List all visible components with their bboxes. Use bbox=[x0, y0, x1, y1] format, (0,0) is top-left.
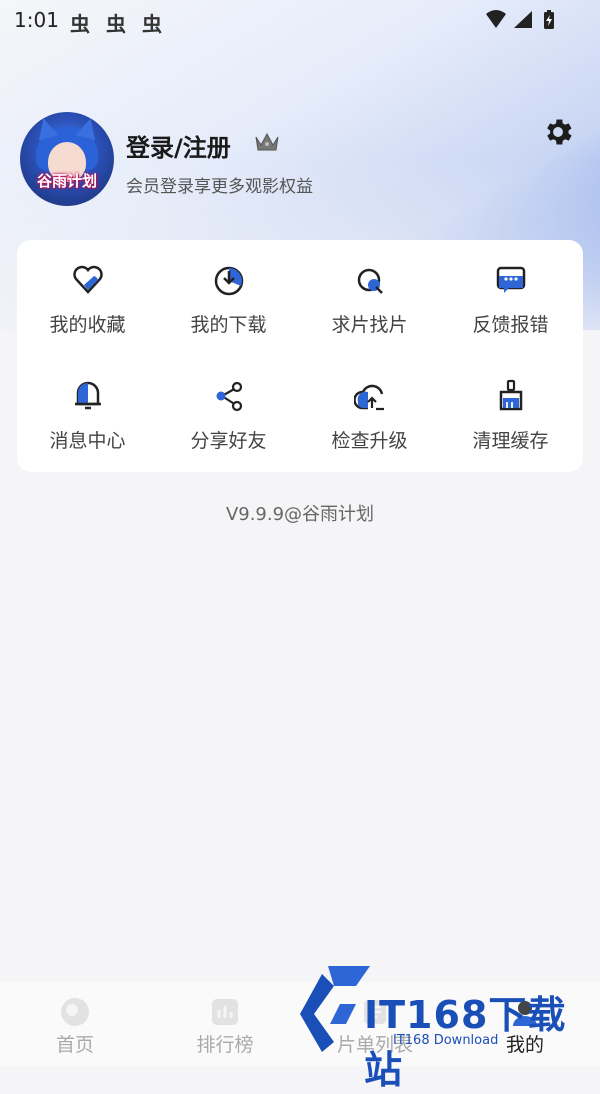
tab-label: 排行榜 bbox=[196, 1034, 254, 1056]
grid-item-label: 我的收藏 bbox=[49, 314, 126, 336]
feedback-icon bbox=[496, 266, 526, 293]
download-icon bbox=[214, 266, 244, 296]
status-bar: 1:01 虫 虫 虫 bbox=[0, 0, 600, 42]
upgrade-icon bbox=[354, 384, 384, 411]
grid-item-favorites[interactable]: 我的收藏 bbox=[17, 240, 158, 356]
grid-item-share[interactable]: 分享好友 bbox=[158, 356, 299, 472]
bell-icon bbox=[75, 381, 101, 410]
grid-item-label: 反馈报错 bbox=[472, 314, 549, 336]
status-icons bbox=[486, 10, 554, 29]
grid-item-messages[interactable]: 消息中心 bbox=[17, 356, 158, 472]
home-icon bbox=[61, 998, 89, 1026]
grid-item-label: 消息中心 bbox=[49, 430, 126, 452]
settings-gear-icon[interactable] bbox=[541, 115, 575, 149]
grid-item-check-update[interactable]: 检查升级 bbox=[299, 356, 440, 472]
grid-item-clear-cache[interactable]: 清理缓存 bbox=[440, 356, 581, 472]
tab-home[interactable]: 首页 bbox=[0, 982, 150, 1066]
notification-bug-icon: 虫 bbox=[70, 12, 90, 36]
avatar[interactable]: 谷雨计划 bbox=[20, 112, 114, 206]
wifi-icon bbox=[486, 10, 506, 28]
share-icon bbox=[216, 381, 243, 412]
grid-item-feedback[interactable]: 反馈报错 bbox=[440, 240, 581, 356]
ranking-icon bbox=[212, 999, 238, 1025]
grid-item-downloads[interactable]: 我的下载 bbox=[158, 240, 299, 356]
notification-bug-icon: 虫 bbox=[142, 12, 162, 36]
status-time: 1:01 bbox=[14, 8, 59, 32]
notification-bug-icon: 虫 bbox=[106, 12, 126, 36]
grid-item-label: 检查升级 bbox=[331, 430, 408, 452]
grid-item-label: 分享好友 bbox=[190, 430, 267, 452]
login-register-link[interactable]: 登录/注册 bbox=[126, 128, 231, 163]
version-text: V9.9.9@谷雨计划 bbox=[225, 504, 375, 525]
avatar-logo-text: 谷雨计划 bbox=[36, 172, 97, 190]
grid-item-label: 清理缓存 bbox=[472, 430, 549, 452]
it168-logo-icon bbox=[300, 966, 370, 1052]
signal-icon bbox=[514, 11, 532, 28]
tab-ranking[interactable]: 排行榜 bbox=[150, 982, 300, 1066]
vip-crown-icon bbox=[255, 132, 279, 151]
tab-label: 首页 bbox=[55, 1034, 94, 1056]
heart-icon bbox=[73, 265, 103, 294]
search-film-icon bbox=[357, 268, 383, 294]
it168-watermark: IT168下载站 IT168 Download bbox=[300, 960, 600, 1092]
login-subtitle: 会员登录享更多观影权益 bbox=[126, 177, 313, 197]
grid-item-label: 我的下载 bbox=[190, 314, 267, 336]
watermark-subtitle: IT168 Download bbox=[393, 1033, 499, 1048]
grid-item-label: 求片找片 bbox=[331, 314, 408, 336]
broom-icon bbox=[499, 379, 523, 411]
feature-grid-card: 我的收藏 我的下载 求片找片 反馈报错 消息中心 分享好友 检查升级 清理缓存 bbox=[17, 240, 583, 472]
grid-item-request-film[interactable]: 求片找片 bbox=[299, 240, 440, 356]
